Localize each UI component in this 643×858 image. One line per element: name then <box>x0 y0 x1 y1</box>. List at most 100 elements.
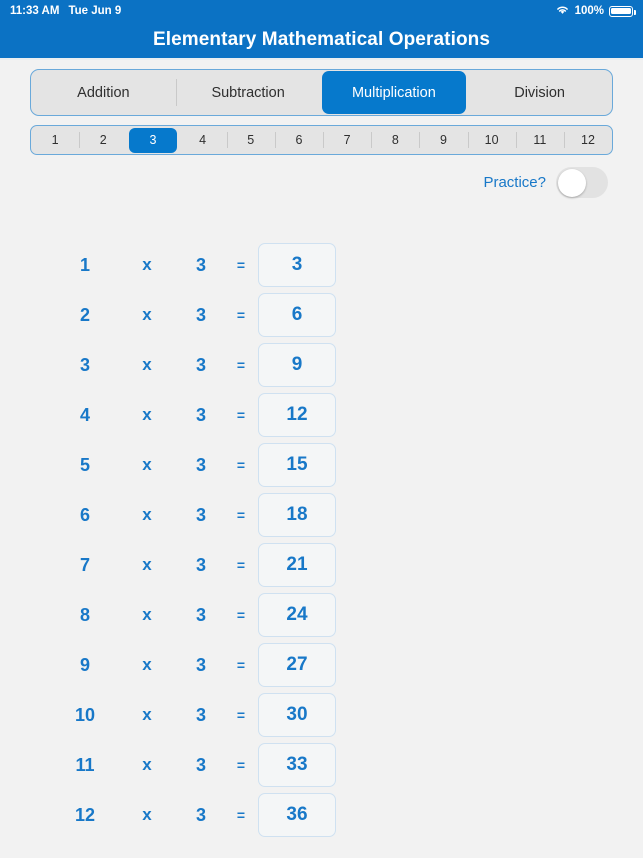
equation-equals-sign: = <box>236 557 246 573</box>
practice-row: Practice? <box>0 155 643 198</box>
equation-multiplier: 3 <box>195 354 206 375</box>
equation-result-field[interactable]: 18 <box>258 493 336 537</box>
equation-operand: 7 <box>79 554 90 575</box>
equation-result-field[interactable]: 30 <box>258 693 336 737</box>
battery-icon <box>609 5 636 17</box>
practice-label: Practice? <box>483 174 546 191</box>
number-segment-12[interactable]: 12 <box>563 126 612 154</box>
equation-result-field[interactable]: 21 <box>258 543 336 587</box>
equation-operator-icon: x <box>142 755 152 774</box>
equation-operator-icon: x <box>142 455 152 474</box>
status-bar-right: 100% <box>555 4 636 18</box>
status-time: 11:33 AM <box>10 5 60 17</box>
number-segment-2[interactable]: 2 <box>79 126 127 154</box>
equation-operand: 8 <box>79 604 90 625</box>
practice-toggle-knob <box>557 168 586 197</box>
equation-operand: 12 <box>74 804 96 825</box>
equation-multiplier: 3 <box>195 404 206 425</box>
number-segment-5[interactable]: 5 <box>226 126 275 154</box>
equation-equals-sign: = <box>236 607 246 623</box>
equation-row: 3 x 3 = 9 <box>0 340 643 390</box>
equation-result-field[interactable]: 15 <box>258 443 336 487</box>
equation-row: 11 x 3 = 33 <box>0 740 643 790</box>
equation-operator-icon: x <box>142 305 152 324</box>
equation-operator-icon: x <box>142 405 152 424</box>
operation-segment-multiplication[interactable]: Multiplication <box>321 71 467 114</box>
number-segment-10[interactable]: 10 <box>467 126 516 154</box>
equation-result-field[interactable]: 24 <box>258 593 336 637</box>
equation-row: 10 x 3 = 30 <box>0 690 643 740</box>
number-segment-11[interactable]: 11 <box>515 126 564 154</box>
status-date: Tue Jun 9 <box>68 5 122 17</box>
equation-equals-sign: = <box>236 357 246 373</box>
equation-equals-sign: = <box>236 407 246 423</box>
equation-equals-sign: = <box>236 507 246 523</box>
equation-multiplier: 3 <box>195 754 206 775</box>
number-segment-9[interactable]: 9 <box>419 126 467 154</box>
equation-operator-icon: x <box>142 605 152 624</box>
equation-operand: 1 <box>79 254 90 275</box>
equation-result-field[interactable]: 36 <box>258 793 336 837</box>
equation-row: 12 x 3 = 36 <box>0 790 643 840</box>
equation-equals-sign: = <box>236 757 246 773</box>
equation-operand: 6 <box>79 504 90 525</box>
number-segment-1[interactable]: 1 <box>31 126 79 154</box>
equation-row: 9 x 3 = 27 <box>0 640 643 690</box>
equation-multiplier: 3 <box>195 504 206 525</box>
equation-result-field[interactable]: 27 <box>258 643 336 687</box>
equation-operand: 5 <box>79 454 90 475</box>
controls-area: Addition Subtraction Multiplication Divisio… <box>0 60 643 155</box>
number-segment-6[interactable]: 6 <box>274 126 323 154</box>
equation-equals-sign: = <box>236 457 246 473</box>
status-bar-left: 11:33 AM Tue Jun 9 <box>10 5 121 17</box>
equation-operator-icon: x <box>142 255 152 274</box>
app-header: Elementary Mathematical Operations <box>0 22 643 58</box>
equation-operator-icon: x <box>142 805 152 824</box>
practice-toggle[interactable] <box>556 167 608 198</box>
operation-segment-subtraction[interactable]: Subtraction <box>175 70 321 115</box>
equation-multiplier: 3 <box>195 304 206 325</box>
operation-segment-division[interactable]: Division <box>467 70 612 115</box>
equation-operand: 10 <box>74 704 96 725</box>
equation-operator-icon: x <box>142 705 152 724</box>
number-segment-3[interactable]: 3 <box>128 127 178 153</box>
equation-row: 5 x 3 = 15 <box>0 440 643 490</box>
equation-operand: 2 <box>79 304 90 325</box>
operation-segmented-control[interactable]: Addition Subtraction Multiplication Divisio… <box>30 69 613 116</box>
equation-equals-sign: = <box>236 657 246 673</box>
battery-fill <box>611 7 631 15</box>
equation-multiplier: 3 <box>195 604 206 625</box>
battery-percent-label: 100% <box>574 5 604 17</box>
equation-operator-icon: x <box>142 505 152 524</box>
equation-result-field[interactable]: 3 <box>258 243 336 287</box>
wifi-icon <box>555 4 570 18</box>
equation-row: 4 x 3 = 12 <box>0 390 643 440</box>
equation-multiplier: 3 <box>195 654 206 675</box>
number-segment-4[interactable]: 4 <box>179 126 227 154</box>
number-segment-7[interactable]: 7 <box>323 126 371 154</box>
equation-multiplier: 3 <box>195 454 206 475</box>
page-title: Elementary Mathematical Operations <box>152 29 491 50</box>
equation-result-field[interactable]: 33 <box>258 743 336 787</box>
equation-operator-icon: x <box>142 655 152 674</box>
equation-multiplier: 3 <box>195 704 206 725</box>
equation-result-field[interactable]: 9 <box>258 343 336 387</box>
equation-operand: 11 <box>75 754 95 775</box>
equation-equals-sign: = <box>236 807 246 823</box>
equation-row: 7 x 3 = 21 <box>0 540 643 590</box>
equation-result-field[interactable]: 12 <box>258 393 336 437</box>
operation-segment-addition[interactable]: Addition <box>31 70 176 115</box>
equation-row: 6 x 3 = 18 <box>0 490 643 540</box>
equation-row: 2 x 3 = 6 <box>0 290 643 340</box>
equation-multiplier: 3 <box>195 254 206 275</box>
equation-multiplier: 3 <box>195 554 206 575</box>
equation-operand: 9 <box>79 654 90 675</box>
equation-row: 1 x 3 = 3 <box>0 240 643 290</box>
number-segment-8[interactable]: 8 <box>371 126 419 154</box>
equation-equals-sign: = <box>236 257 246 273</box>
equation-multiplier: 3 <box>195 804 206 825</box>
equation-equals-sign: = <box>236 307 246 323</box>
equation-operand: 4 <box>79 404 90 425</box>
equation-result-field[interactable]: 6 <box>258 293 336 337</box>
number-segmented-control[interactable]: 1 2 3 4 5 6 7 8 9 10 11 12 <box>30 125 613 155</box>
